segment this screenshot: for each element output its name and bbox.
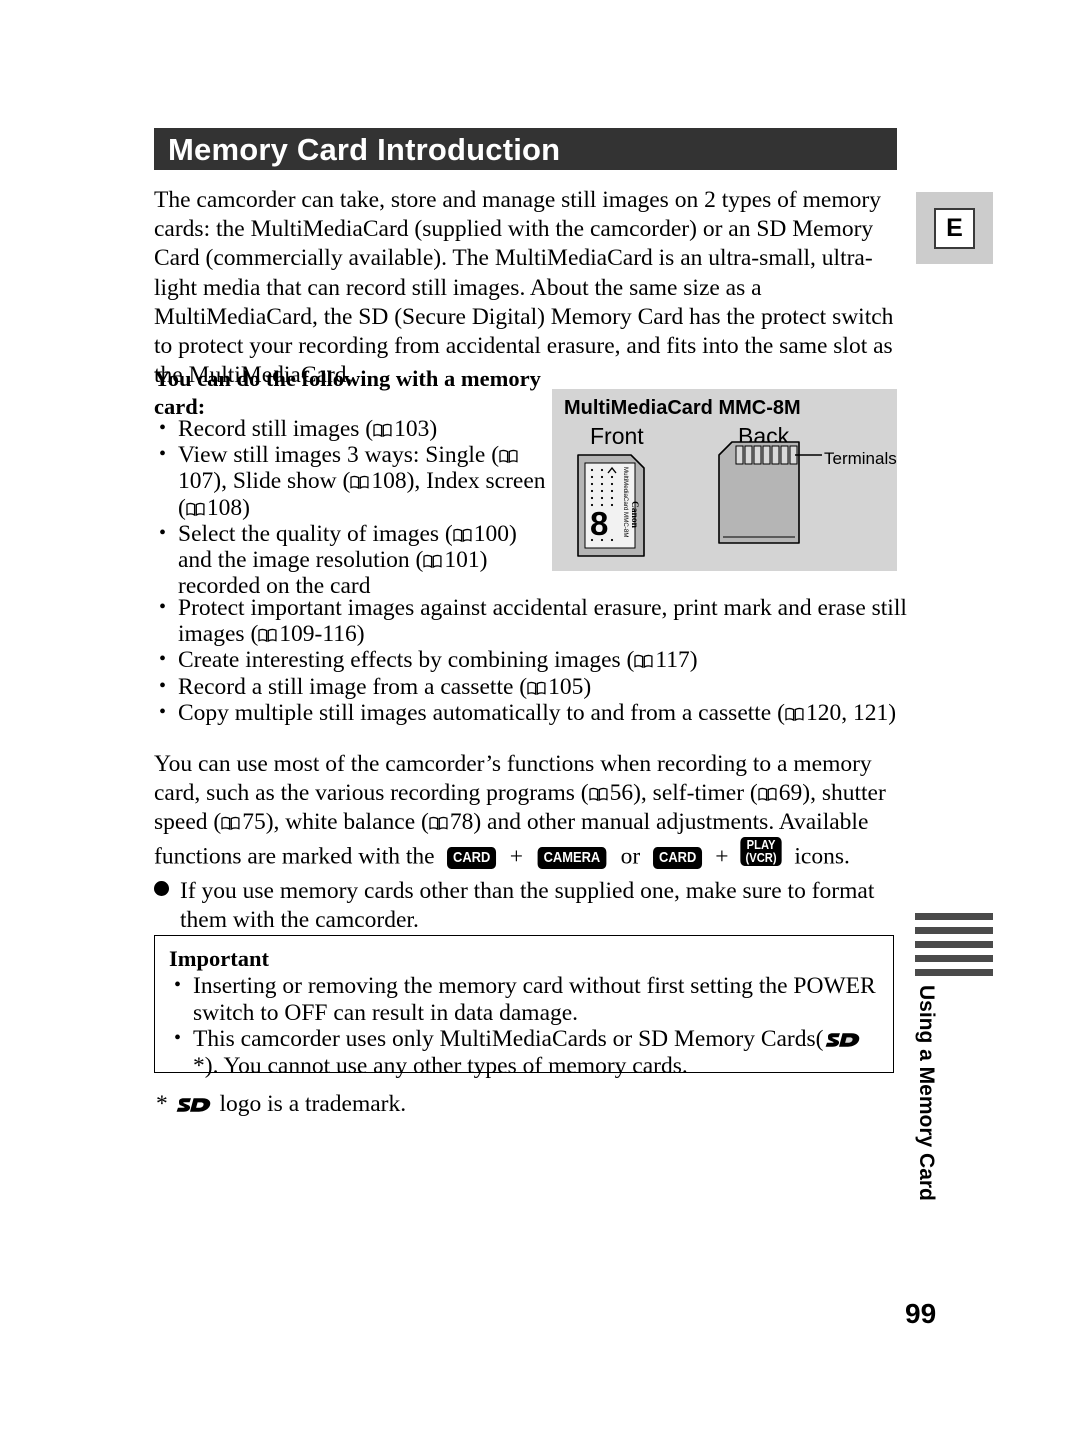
plus-sign-1: +: [509, 843, 523, 870]
card-model-text: MultiMediaCard MMC-8M: [622, 467, 629, 537]
page-ref: 117: [655, 647, 690, 674]
functions-paragraph: You can use most of the camcorder’s func…: [154, 750, 904, 871]
card-capacity-text: 8: [590, 505, 608, 542]
functions-text-2: ), self-timer (: [633, 780, 758, 806]
badge-play-vcr: PLAY (VCR): [740, 837, 783, 866]
book-icon: [527, 681, 546, 696]
page-ref: 109-116: [279, 621, 357, 648]
book-icon: [423, 554, 442, 569]
book-icon: [758, 787, 777, 802]
bullet-dot-icon: [154, 881, 169, 896]
back-card-graphic: [718, 441, 822, 544]
section-label-vertical: Using a Memory Card: [915, 985, 938, 1201]
page-ref: 107: [178, 468, 214, 495]
list-item: Protect important images against acciden…: [154, 594, 914, 648]
language-tab: E: [916, 192, 993, 264]
page-title: Memory Card Introduction: [168, 131, 561, 167]
memory-card-capabilities-left: Record still images (103) View still ima…: [154, 415, 554, 600]
trademark-footnote: * logo is a trademark.: [156, 1090, 406, 1118]
or-text: or: [620, 843, 641, 870]
list-item: Select the quality of images (100) and t…: [154, 520, 554, 600]
book-icon: [453, 528, 472, 543]
page-ref: 78: [449, 809, 474, 835]
list-item: Copy multiple still images automatically…: [154, 699, 914, 726]
page-ref: 69: [778, 780, 803, 806]
book-icon: [499, 449, 518, 464]
section-marker-bars: [915, 913, 993, 983]
lead-in-text: You can do the following with a memory c…: [154, 366, 541, 419]
book-icon: [373, 423, 392, 438]
list-item: Record a still image from a cassette (10…: [154, 673, 914, 700]
footnote-text: logo is a trademark.: [219, 1091, 407, 1117]
list-item: Inserting or removing the memory card wi…: [169, 972, 879, 1026]
book-icon: [785, 707, 804, 722]
page-ref: 120, 121: [805, 699, 889, 726]
list-item: This camcorder uses only MultiMediaCards…: [169, 1025, 879, 1079]
book-icon: [258, 628, 277, 643]
page-ref: 101: [444, 547, 480, 574]
list-item: Record still images (103): [154, 415, 554, 442]
important-item2-after: *).: [193, 1052, 219, 1079]
book-icon: [634, 654, 653, 669]
section-bar: [915, 969, 993, 976]
language-tab-letter: E: [934, 207, 975, 249]
page-heading-bar: Memory Card Introduction: [154, 128, 897, 170]
section-bar: [915, 955, 993, 962]
page-ref: 75: [242, 809, 266, 835]
page-ref: 108: [206, 494, 243, 521]
section-bar: [915, 941, 993, 948]
functions-text-4: ), white balance (: [265, 809, 429, 835]
front-card-graphic: 8 MultiMediaCard MMC-8M Canon: [577, 454, 645, 557]
intro-paragraph: The camcorder can take, store and manage…: [154, 187, 894, 389]
important-callout-box: Important Inserting or removing the memo…: [154, 935, 894, 1079]
multimediacard-illustration: MultiMediaCard MMC-8M Front Back Termina…: [552, 389, 897, 571]
page-ref: 56: [609, 780, 634, 806]
page-ref: 103: [394, 416, 430, 442]
format-note: If you use memory cards other than the s…: [154, 877, 920, 935]
book-icon: [350, 475, 369, 490]
section-bar: [915, 913, 993, 920]
memory-card-capabilities-wide: Protect important images against acciden…: [154, 594, 914, 726]
terminal-contacts: [735, 445, 798, 465]
section-bar: [915, 927, 993, 934]
format-note-text: If you use memory cards other than the s…: [180, 878, 875, 933]
book-icon: [588, 787, 608, 802]
page-ref: 105: [548, 673, 584, 700]
book-icon: [429, 816, 448, 831]
badge-play-line2: (VCR): [745, 850, 777, 866]
list-item: Create interesting effects by combining …: [154, 646, 914, 674]
important-item2-before: This camcorder uses only MultiMediaCards…: [193, 1026, 824, 1052]
page-number: 99: [905, 1298, 937, 1329]
card-artwork: 8 MultiMediaCard MMC-8M Canon: [577, 441, 822, 557]
sd-logo-icon: [176, 1097, 212, 1114]
footnote-asterisk: *: [156, 1091, 168, 1117]
badge-camera: CAMERA: [537, 847, 607, 869]
card-brand-text: Canon: [629, 501, 639, 529]
page-ref: 108: [371, 468, 407, 495]
book-icon: [186, 502, 205, 517]
list-item: View still images 3 ways: Single (107), …: [154, 441, 554, 521]
important-title: Important: [169, 946, 269, 971]
functions-text-6: icons.: [794, 843, 850, 870]
plus-sign-2: +: [715, 843, 729, 870]
book-icon: [221, 816, 240, 831]
sd-logo-icon: [825, 1032, 861, 1049]
badge-card-1: CARD: [447, 847, 497, 869]
badge-card-2: CARD: [653, 847, 703, 869]
important-item2-line2: You cannot use any other types of memory…: [223, 1052, 688, 1079]
page-ref: 100: [473, 520, 509, 547]
